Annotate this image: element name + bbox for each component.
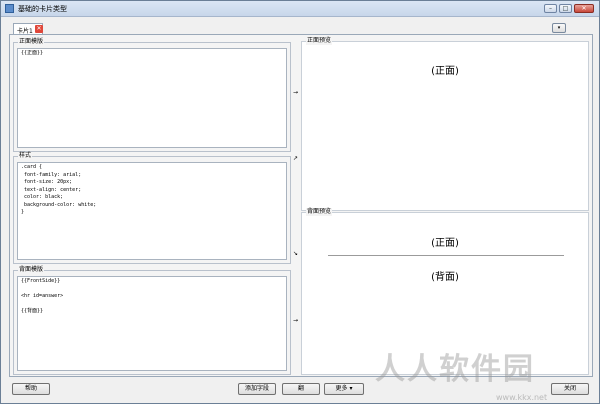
front-template-label: 正面模版 [18, 38, 45, 46]
answer-divider [328, 255, 564, 256]
app-icon [5, 4, 14, 13]
tab-panel: 正面模版 {{正面}} 样式 .card { font-family: aria… [9, 34, 593, 377]
front-template-group: 正面模版 {{正面}} [13, 38, 291, 152]
tab-card-1[interactable]: 卡片1 ✕ [13, 23, 43, 35]
close-window-button[interactable]: ✕ [574, 4, 594, 13]
tab-close-icon[interactable]: ✕ [35, 25, 43, 33]
minimize-button[interactable]: – [544, 4, 557, 13]
window-title: 基础的卡片类型 [18, 5, 67, 13]
back-arrow-icon: → [293, 317, 299, 324]
front-preview-panel: 正面预览 (正面) [301, 37, 589, 211]
styling-label: 样式 [18, 152, 33, 160]
front-preview-label: 正面预览 [306, 37, 333, 45]
back-template-group: 背面模版 {{FrontSide}} <hr id=answer> {{背面}} [13, 266, 291, 375]
styling-editor[interactable]: .card { font-family: arial; font-size: 2… [17, 162, 287, 260]
title-bar[interactable]: 基础的卡片类型 – □ ✕ [1, 1, 599, 17]
front-arrow-icon: → [293, 89, 299, 96]
more-button[interactable]: 更多 ▾ [324, 383, 364, 395]
back-preview-label: 背面预览 [306, 208, 333, 216]
style-down-arrow-icon: ↘ [293, 250, 299, 257]
back-template-editor[interactable]: {{FrontSide}} <hr id=answer> {{背面}} [17, 276, 287, 371]
front-template-editor[interactable]: {{正面}} [17, 48, 287, 148]
front-preview-text: (正面) [431, 66, 459, 77]
card-types-window: 基础的卡片类型 – □ ✕ 卡片1 ✕ ▾ 正面模版 {{正面}} 样式 .ca… [0, 0, 600, 404]
options-button[interactable]: ▾ [552, 23, 566, 33]
back-preview-answer-text: (背面) [431, 272, 459, 283]
help-button[interactable]: 帮助 [12, 383, 50, 395]
flip-button[interactable]: 翻 [282, 383, 320, 395]
back-preview-question-text: (正面) [431, 238, 459, 249]
maximize-button[interactable]: □ [559, 4, 572, 13]
close-button[interactable]: 关闭 [551, 383, 589, 395]
styling-group: 样式 .card { font-family: arial; font-size… [13, 152, 291, 264]
add-field-button[interactable]: 添加字段 [238, 383, 276, 395]
back-preview-panel: 背面预览 (正面) (背面) [301, 208, 589, 375]
style-up-arrow-icon: ↗ [293, 155, 299, 162]
back-template-label: 背面模版 [18, 266, 45, 274]
watermark-url: www.kkx.net [496, 393, 548, 402]
